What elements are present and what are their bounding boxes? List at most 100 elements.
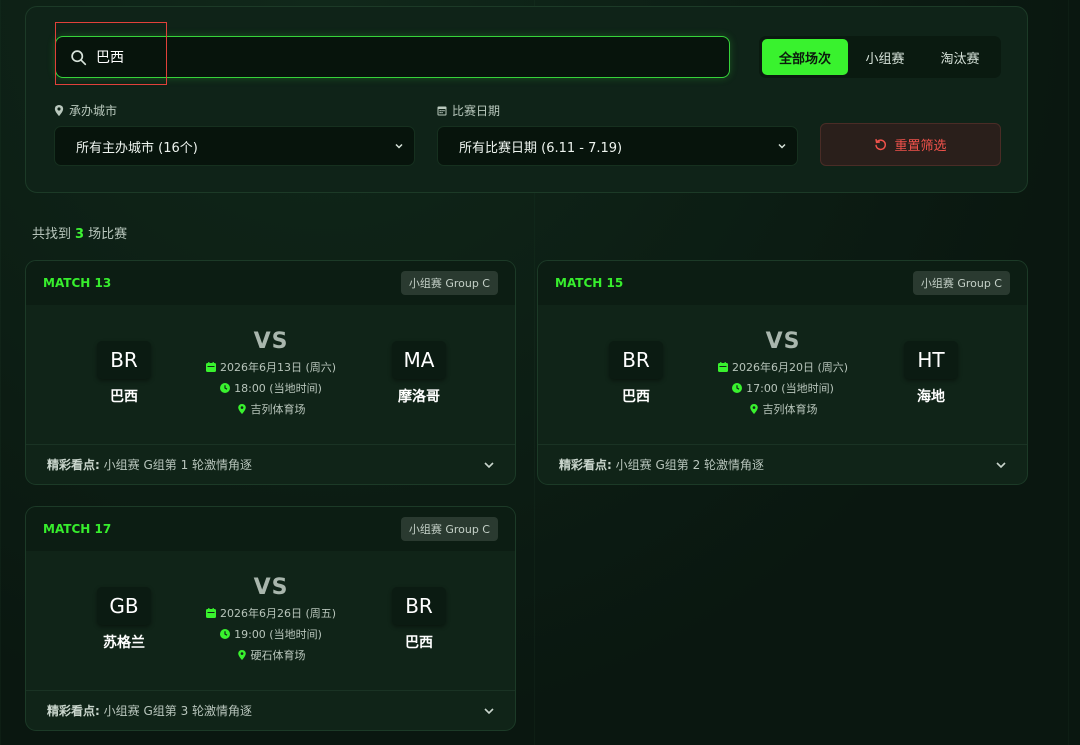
match-card[interactable]: MATCH 17 小组赛 Group C GB 苏格兰 VS 2026年6月26… [25,506,516,731]
highlight-text: 精彩看点: 小组赛 G组第 3 轮激情角逐 [47,702,252,719]
highlight-toggle[interactable]: 精彩看点: 小组赛 G组第 3 轮激情角逐 [26,690,515,730]
calendar-icon [205,362,216,372]
highlight-toggle[interactable]: 精彩看点: 小组赛 G组第 2 轮激情角逐 [538,444,1027,484]
away-team: BR 巴西 [384,587,454,652]
match-venue: 吉列体育场 [701,401,865,417]
clock-icon [220,629,231,639]
team-code: BR [97,341,151,379]
match-time: 18:00 (当地时间) [189,380,353,396]
highlight-text: 精彩看点: 小组赛 G组第 1 轮激情角逐 [47,456,252,473]
venue-text: 硬石体育场 [250,649,306,662]
date-select-value: 所有比赛日期 (6.11 - 7.19) [459,140,623,156]
reset-label: 重置筛选 [894,139,947,154]
reset-filters-button[interactable]: 重置筛选 [820,123,1001,166]
card-header: MATCH 15 小组赛 Group C [538,261,1027,305]
team-name: 巴西 [622,389,650,405]
date-select[interactable]: 所有比赛日期 (6.11 - 7.19) [437,126,798,166]
home-team: GB 苏格兰 [89,587,159,652]
highlight-value: 小组赛 G组第 2 轮激情角逐 [615,458,765,472]
result-suffix: 场比赛 [88,227,128,242]
highlight-label: 精彩看点: [559,458,612,472]
location-pin-icon [237,650,246,660]
group-badge: 小组赛 Group C [400,517,498,541]
time-text: 17:00 (当地时间) [746,382,834,395]
vs-label: VS [765,329,801,354]
match-time: 17:00 (当地时间) [701,380,865,396]
date-text: 2026年6月13日 (周六) [219,361,337,374]
chevron-down-icon[interactable] [483,459,495,471]
search-icon [71,49,87,65]
date-label-text: 比赛日期 [452,104,501,118]
team-code: BR [609,341,663,379]
highlight-value: 小组赛 G组第 3 轮激情角逐 [103,704,253,718]
city-filter-label: 承办城市 [54,102,117,119]
tab-knockout[interactable]: 淘汰赛 [922,39,998,75]
location-pin-icon [54,105,64,116]
match-date: 2026年6月20日 (周六) [701,359,865,375]
result-number: 3 [75,227,85,242]
time-text: 18:00 (当地时间) [234,382,322,395]
clock-icon [220,383,231,393]
match-card[interactable]: MATCH 13 小组赛 Group C BR 巴西 VS 2026年6月13日… [25,260,516,485]
highlight-label: 精彩看点: [47,458,100,472]
card-header: MATCH 17 小组赛 Group C [26,507,515,551]
match-venue: 吉列体育场 [189,401,353,417]
highlight-label: 精彩看点: [47,704,100,718]
tab-group-stage[interactable]: 小组赛 [848,39,922,75]
city-label-text: 承办城市 [69,104,118,118]
match-time: 19:00 (当地时间) [189,626,353,642]
result-count: 共找到 3 场比赛 [32,223,127,242]
match-venue: 硬石体育场 [189,647,353,663]
away-team: HT 海地 [896,341,966,406]
card-body: BR 巴西 VS 2026年6月13日 (周六) 18:00 (当地时间) 吉列… [26,305,515,444]
match-info: VS 2026年6月13日 (周六) 18:00 (当地时间) 吉列体育场 [189,329,353,417]
team-code: MA [392,341,446,379]
highlight-value: 小组赛 G组第 1 轮激情角逐 [103,458,253,472]
team-code: HT [904,341,958,379]
home-team: BR 巴西 [89,341,159,406]
team-name: 巴西 [110,389,138,405]
clock-icon [732,383,743,393]
venue-text: 吉列体育场 [762,403,818,416]
chevron-down-icon [395,143,403,149]
reset-icon [875,138,887,151]
filter-panel: 全部场次 小组赛 淘汰赛 承办城市 所有主办城市 (16个) 比赛日期 所有比赛… [25,6,1028,193]
team-code: BR [392,587,446,625]
calendar-icon [205,608,216,618]
result-prefix: 共找到 [32,227,72,242]
date-text: 2026年6月20日 (周六) [731,361,849,374]
location-pin-icon [237,404,246,414]
match-number: MATCH 15 [555,276,624,290]
chevron-down-icon[interactable] [483,705,495,717]
tab-all-matches[interactable]: 全部场次 [762,39,848,75]
away-team: MA 摩洛哥 [384,341,454,406]
match-date: 2026年6月13日 (周六) [189,359,353,375]
date-text: 2026年6月26日 (周五) [219,607,337,620]
match-number: MATCH 13 [43,276,112,290]
match-info: VS 2026年6月26日 (周五) 19:00 (当地时间) 硬石体育场 [189,575,353,663]
card-body: BR 巴西 VS 2026年6月20日 (周六) 17:00 (当地时间) 吉列… [538,305,1027,444]
team-name: 摩洛哥 [398,389,440,405]
card-header: MATCH 13 小组赛 Group C [26,261,515,305]
team-name: 巴西 [405,635,433,651]
vs-label: VS [253,329,289,354]
chevron-down-icon [778,143,786,149]
highlight-toggle[interactable]: 精彩看点: 小组赛 G组第 1 轮激情角逐 [26,444,515,484]
group-badge: 小组赛 Group C [400,271,498,295]
vs-label: VS [253,575,289,600]
team-name: 海地 [917,389,945,405]
match-number: MATCH 17 [43,522,112,536]
team-name: 苏格兰 [103,635,145,651]
date-filter-label: 比赛日期 [437,102,500,119]
team-code: GB [97,587,151,625]
match-card[interactable]: MATCH 15 小组赛 Group C BR 巴西 VS 2026年6月20日… [537,260,1028,485]
search-input[interactable] [96,49,696,65]
city-select-value: 所有主办城市 (16个) [76,140,198,156]
match-info: VS 2026年6月20日 (周六) 17:00 (当地时间) 吉列体育场 [701,329,865,417]
card-body: GB 苏格兰 VS 2026年6月26日 (周五) 19:00 (当地时间) 硬… [26,551,515,690]
city-select[interactable]: 所有主办城市 (16个) [54,126,415,166]
calendar-icon [717,362,728,372]
search-box[interactable] [55,36,730,78]
calendar-icon [437,106,447,116]
chevron-down-icon[interactable] [995,459,1007,471]
